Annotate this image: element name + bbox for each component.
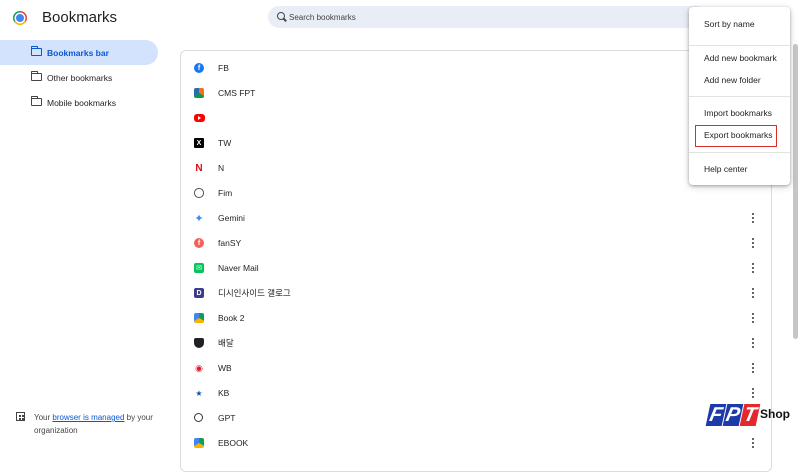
bookmark-title: N xyxy=(218,163,225,173)
logo-letter: T xyxy=(739,404,761,426)
list-item[interactable]: X TW xyxy=(181,131,771,156)
search-bar[interactable] xyxy=(268,6,708,28)
cms-fpt-icon xyxy=(194,88,204,98)
facebook-icon: f xyxy=(194,63,204,73)
more-options-icon[interactable] xyxy=(751,213,755,224)
list-item[interactable]: f fanSY xyxy=(181,231,771,256)
sidebar: Bookmarks bar Other bookmarks Mobile boo… xyxy=(0,40,160,115)
gpt-icon xyxy=(194,413,203,422)
globe-icon xyxy=(194,188,204,198)
folder-icon xyxy=(30,46,42,56)
list-item[interactable]: N N xyxy=(181,156,771,181)
bookmark-title: EBOOK xyxy=(218,438,249,448)
list-item[interactable]: 배달 xyxy=(181,331,771,356)
x-icon: X xyxy=(194,138,204,148)
managed-prefix: Your xyxy=(34,413,53,422)
sidebar-item-other-bookmarks[interactable]: Other bookmarks xyxy=(0,65,158,90)
menu-divider xyxy=(689,152,790,153)
menu-item-add-new-folder[interactable]: Add new folder xyxy=(689,69,790,91)
export-highlight-box xyxy=(695,125,777,147)
menu-divider xyxy=(689,45,790,46)
bookmark-title: Naver Mail xyxy=(218,263,259,273)
menu-item-import-bookmarks[interactable]: Import bookmarks xyxy=(689,102,790,124)
kb-icon: ★ xyxy=(194,388,204,398)
fansy-icon: f xyxy=(194,238,204,248)
more-options-icon[interactable] xyxy=(751,238,755,249)
dcinside-icon: D xyxy=(194,288,204,298)
organize-menu: Sort by name Add new bookmark Add new fo… xyxy=(689,7,790,185)
list-item[interactable]: ✦ Gemini xyxy=(181,206,771,231)
organization-icon xyxy=(16,412,25,421)
shield-icon xyxy=(194,338,204,348)
netflix-icon: N xyxy=(195,162,203,174)
app-header: Bookmarks xyxy=(0,0,800,36)
list-item[interactable]: GPT xyxy=(181,406,771,431)
bookmark-title: KB xyxy=(218,388,230,398)
browser-managed-link[interactable]: browser is managed xyxy=(52,413,124,422)
list-item[interactable]: ◉ WB xyxy=(181,356,771,381)
list-item[interactable]: f FB xyxy=(181,56,771,81)
fptshop-watermark: F P T Shop xyxy=(705,402,796,430)
menu-item-sort-by-name[interactable]: Sort by name xyxy=(689,13,790,35)
bookmark-title: GPT xyxy=(218,413,236,423)
bookmark-title: Fim xyxy=(218,188,233,198)
weibo-icon: ◉ xyxy=(194,362,204,373)
menu-item-add-new-bookmark[interactable]: Add new bookmark xyxy=(689,47,790,69)
drive-icon xyxy=(194,313,204,323)
sidebar-item-mobile-bookmarks[interactable]: Mobile bookmarks xyxy=(0,90,158,115)
bookmark-title: Gemini xyxy=(218,213,245,223)
more-options-icon[interactable] xyxy=(751,288,755,299)
page-title: Bookmarks xyxy=(42,9,118,26)
list-item[interactable]: D 디시인사이드 갤로그 xyxy=(181,281,771,306)
more-options-icon[interactable] xyxy=(751,438,755,449)
fpt-logo: F P T xyxy=(705,402,761,430)
list-item[interactable]: Book 2 xyxy=(181,306,771,331)
bookmark-title: fanSY xyxy=(218,238,242,248)
sidebar-item-label: Other bookmarks xyxy=(47,72,113,83)
list-item[interactable]: ★ KB xyxy=(181,381,771,406)
menu-divider xyxy=(689,96,790,97)
bookmark-title: FB xyxy=(218,63,229,73)
drive-icon xyxy=(194,438,204,448)
logo-word: Shop xyxy=(760,407,790,421)
more-options-icon[interactable] xyxy=(751,363,755,374)
naver-mail-icon: ✉ xyxy=(194,263,204,273)
folder-icon xyxy=(30,96,42,106)
list-item[interactable]: CMS FPT xyxy=(181,81,771,106)
more-options-icon[interactable] xyxy=(751,388,755,399)
chrome-logo-icon xyxy=(13,11,27,25)
bookmark-list: f FB CMS FPT X TW N N Fim ✦ Gemini f fan… xyxy=(180,50,772,472)
bookmark-title: 배달 xyxy=(218,338,234,348)
menu-item-help-center[interactable]: Help center xyxy=(689,158,790,180)
more-options-icon[interactable] xyxy=(751,263,755,274)
bookmark-title: TW xyxy=(218,138,232,148)
sidebar-item-label: Bookmarks bar xyxy=(47,47,109,58)
search-input[interactable] xyxy=(289,6,689,28)
gemini-icon: ✦ xyxy=(194,212,204,225)
managed-browser-notice: Your browser is managed by your organiza… xyxy=(16,411,156,437)
bookmark-title: WB xyxy=(218,363,232,373)
youtube-icon xyxy=(194,114,205,122)
sidebar-item-label: Mobile bookmarks xyxy=(47,97,116,108)
list-item[interactable]: ✉ Naver Mail xyxy=(181,256,771,281)
bookmark-title: CMS FPT xyxy=(218,88,256,98)
more-options-icon[interactable] xyxy=(751,338,755,349)
list-item[interactable]: EBOOK xyxy=(181,431,771,456)
sidebar-item-bookmarks-bar[interactable]: Bookmarks bar xyxy=(0,40,158,65)
folder-icon xyxy=(30,71,42,81)
bookmark-title: Book 2 xyxy=(218,313,245,323)
list-item[interactable]: Fim xyxy=(181,181,771,206)
scrollbar-thumb[interactable] xyxy=(793,44,798,339)
more-options-icon[interactable] xyxy=(751,313,755,324)
search-icon xyxy=(277,12,285,20)
list-item[interactable] xyxy=(181,106,771,131)
bookmark-title: 디시인사이드 갤로그 xyxy=(218,288,291,298)
